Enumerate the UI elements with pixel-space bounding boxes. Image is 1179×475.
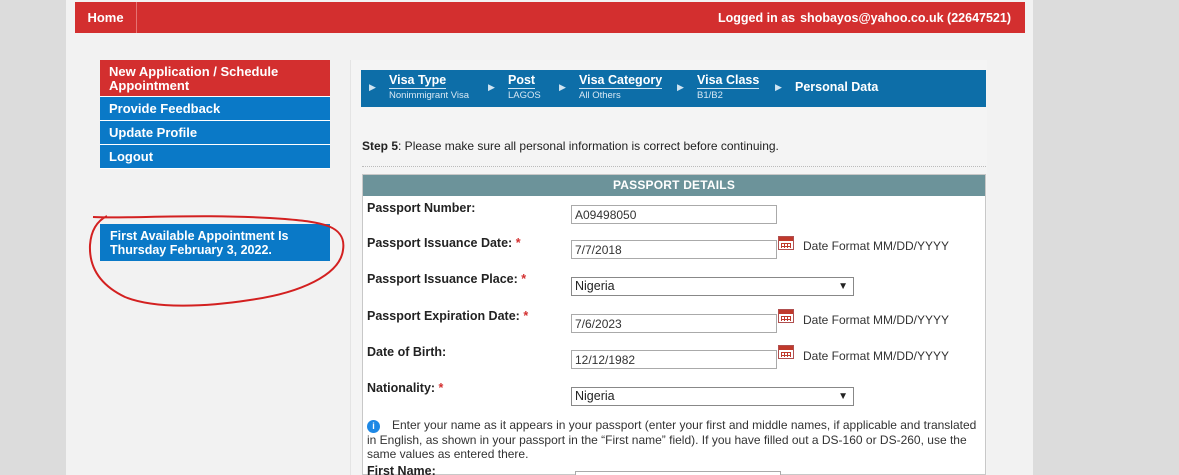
calendar-icon[interactable]: [778, 309, 794, 323]
issuance-place-label: Passport Issuance Place: *: [367, 272, 526, 286]
chevron-right-icon: ▶: [559, 82, 566, 92]
first-name-field[interactable]: [575, 471, 781, 475]
breadcrumb-step-visa-class[interactable]: ▶ Visa Class B1/B2: [677, 73, 760, 101]
passport-number-label: Passport Number:: [367, 201, 476, 215]
breadcrumb-step-visa-category[interactable]: ▶ Visa Category All Others: [559, 73, 663, 101]
breadcrumb-value: All Others: [579, 90, 621, 101]
progress-breadcrumb: ▶ Visa Type Nonimmigrant Visa ▶ Post LAG…: [361, 70, 986, 107]
red-hand-drawn-circle: [88, 215, 345, 307]
expiration-date-label: Passport Expiration Date: *: [367, 309, 528, 323]
breadcrumb-step-visa-type[interactable]: ▶ Visa Type Nonimmigrant Visa: [369, 73, 470, 101]
required-marker: *: [515, 236, 521, 250]
breadcrumb-value: Nonimmigrant Visa: [389, 90, 470, 101]
date-format-hint: Date Format MM/DD/YYYY: [803, 349, 950, 363]
nationality-value: Nigeria: [575, 389, 615, 403]
top-navigation-bar: Home Logged in as shobayos@yahoo.co.uk (…: [75, 2, 1025, 33]
expiration-date-field[interactable]: 7/6/2023: [571, 314, 777, 333]
date-of-birth-label: Date of Birth:: [367, 345, 447, 359]
required-marker: *: [521, 272, 527, 286]
logged-in-info: Logged in as shobayos@yahoo.co.uk (22647…: [718, 2, 1011, 33]
required-marker: *: [438, 381, 444, 395]
chevron-right-icon: ▶: [488, 82, 495, 92]
calendar-icon[interactable]: [778, 345, 794, 359]
passport-details-panel: PASSPORT DETAILS Passport Number: A09498…: [362, 174, 986, 475]
issuance-date-field[interactable]: 7/7/2018: [571, 240, 777, 259]
chevron-down-icon: ▼: [838, 281, 848, 292]
name-instructions: i Enter your name as it appears in your …: [367, 418, 983, 462]
issuance-place-value: Nigeria: [575, 279, 615, 293]
date-of-birth-field[interactable]: 12/12/1982: [571, 350, 777, 369]
step-instruction: Step 5: Please make sure all personal in…: [362, 139, 779, 153]
issuance-place-label-text: Passport Issuance Place:: [367, 272, 518, 286]
sidebar-item-logout[interactable]: Logout: [100, 145, 330, 169]
logged-in-user: shobayos@yahoo.co.uk (22647521): [800, 10, 1011, 25]
expiration-date-label-text: Passport Expiration Date:: [367, 309, 520, 323]
chevron-right-icon: ▶: [775, 82, 782, 92]
nationality-label: Nationality: *: [367, 381, 443, 395]
chevron-right-icon: ▶: [369, 82, 376, 92]
panel-title: PASSPORT DETAILS: [363, 175, 985, 196]
breadcrumb-title: Visa Class: [697, 73, 760, 89]
sidebar-item-provide-feedback[interactable]: Provide Feedback: [100, 97, 330, 121]
main-content: ▶ Visa Type Nonimmigrant Visa ▶ Post LAG…: [350, 60, 987, 475]
step-label: Step 5: [362, 139, 399, 153]
first-name-label: First Name:: [367, 464, 436, 475]
date-format-hint: Date Format MM/DD/YYYY: [803, 313, 950, 327]
nationality-label-text: Nationality:: [367, 381, 436, 395]
passport-number-field[interactable]: A09498050: [571, 205, 777, 224]
chevron-down-icon: ▼: [838, 391, 848, 402]
date-format-hint: Date Format MM/DD/YYYY: [803, 239, 950, 253]
logged-in-prefix: Logged in as: [718, 10, 796, 25]
name-instructions-text: Enter your name as it appears in your pa…: [367, 418, 977, 461]
nationality-select[interactable]: Nigeria ▼: [571, 387, 854, 406]
breadcrumb-step-post[interactable]: ▶ Post LAGOS: [488, 73, 541, 101]
breadcrumb-title: Post: [508, 73, 536, 89]
breadcrumb-step-personal-data: ▶ Personal Data: [775, 73, 879, 95]
required-marker: *: [523, 309, 529, 323]
home-button[interactable]: Home: [75, 2, 137, 33]
sidebar-item-update-profile[interactable]: Update Profile: [100, 121, 330, 145]
step-text: : Please make sure all personal informat…: [398, 139, 779, 153]
breadcrumb-value: LAGOS: [508, 90, 541, 101]
issuance-place-select[interactable]: Nigeria ▼: [571, 277, 854, 296]
breadcrumb-value: B1/B2: [697, 90, 723, 101]
calendar-icon[interactable]: [778, 236, 794, 250]
issuance-date-label: Passport Issuance Date: *: [367, 236, 521, 250]
breadcrumb-title: Visa Type: [389, 73, 447, 89]
sidebar-menu: New Application / Schedule Appointment P…: [100, 60, 330, 169]
breadcrumb-title: Visa Category: [579, 73, 663, 89]
info-icon: i: [367, 420, 380, 433]
sidebar-item-new-application[interactable]: New Application / Schedule Appointment: [100, 60, 330, 97]
divider: [362, 166, 986, 167]
issuance-date-label-text: Passport Issuance Date:: [367, 236, 513, 250]
breadcrumb-title: Personal Data: [795, 80, 879, 94]
chevron-right-icon: ▶: [677, 82, 684, 92]
